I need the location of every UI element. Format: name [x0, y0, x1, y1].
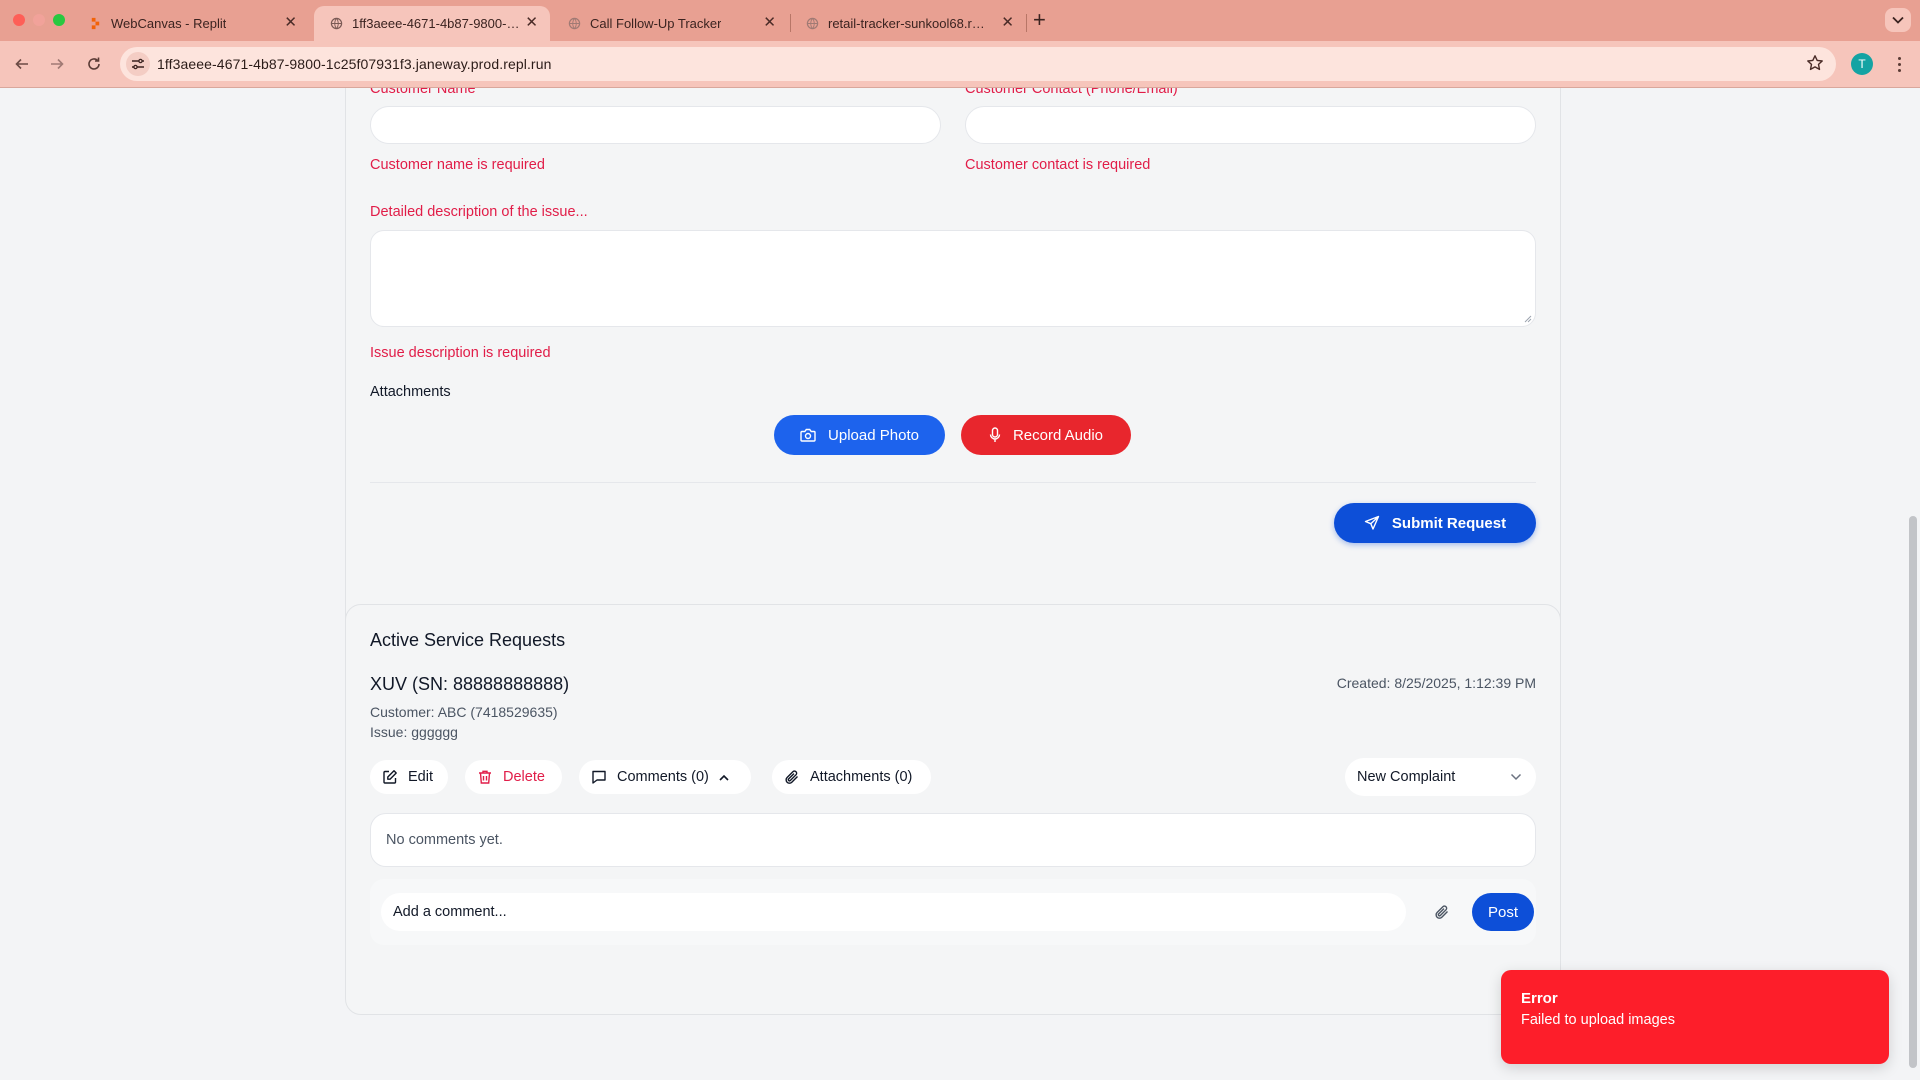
reload-icon — [88, 57, 100, 70]
browser-tab-retail-tracker[interactable]: retail-tracker-sunkool68.replit.app ✕ — [790, 6, 1026, 41]
browser-tab-call-tracker[interactable]: Call Follow-Up Tracker ✕ — [552, 6, 788, 41]
description-label: Detailed description of the issue... — [370, 204, 588, 220]
browser-toolbar: 1ff3aeee-4671-4b87-9800-1c25f07931f3.jan… — [0, 41, 1920, 88]
replit-icon — [91, 17, 100, 30]
customer-name-error: Customer name is required — [370, 157, 545, 173]
request-issue: Issue: gggggg — [370, 724, 458, 740]
comment-composer: Add a comment... Post — [370, 879, 1536, 945]
paperclip-icon — [1435, 905, 1448, 919]
close-icon[interactable]: ✕ — [284, 15, 297, 31]
tab-label: WebCanvas - Replit — [111, 16, 227, 31]
tab-search-button[interactable] — [1885, 8, 1911, 32]
close-icon[interactable]: ✕ — [525, 15, 538, 31]
bookmark-star-icon[interactable] — [1806, 54, 1824, 77]
comment-input[interactable]: Add a comment... — [381, 893, 1406, 931]
comments-toggle-button[interactable]: Comments (0) — [579, 760, 751, 794]
attachments-button[interactable]: Attachments (0) — [772, 760, 931, 794]
attachments-label: Attachments — [370, 384, 451, 400]
profile-avatar[interactable]: T — [1851, 53, 1873, 75]
customer-contact-error: Customer contact is required — [965, 157, 1151, 173]
no-comments-text: No comments yet. — [386, 832, 503, 848]
submit-request-label: Submit Request — [1391, 514, 1507, 532]
edit-button[interactable]: Edit — [370, 760, 448, 794]
customer-contact-label: Customer Contact (Phone/Email) — [965, 88, 1178, 97]
browser-tab-active[interactable]: 1ff3aeee-4671-4b87-9800-1c25f07931f3.jan… — [314, 6, 550, 41]
section-title: Active Service Requests — [370, 630, 566, 650]
record-audio-button[interactable]: Record Audio — [961, 415, 1131, 455]
delete-button[interactable]: Delete — [465, 760, 562, 794]
comment-icon — [592, 770, 606, 784]
back-button[interactable] — [11, 53, 33, 75]
browser-tab-webcanvas[interactable]: WebCanvas - Replit ✕ — [73, 6, 309, 41]
send-icon — [1364, 515, 1380, 530]
status-select[interactable]: New Complaint — [1345, 758, 1536, 796]
upload-photo-label: Upload Photo — [828, 426, 919, 444]
chevron-down-icon — [1510, 773, 1522, 781]
globe-icon — [806, 17, 819, 30]
post-comment-button[interactable]: Post — [1472, 893, 1534, 931]
tab-label: Call Follow-Up Tracker — [590, 16, 722, 31]
forward-button[interactable] — [46, 53, 68, 75]
toast-title: Error — [1521, 990, 1558, 1007]
tab-label: retail-tracker-sunkool68.replit.app — [828, 16, 988, 31]
comments-label: Comments (0) — [617, 769, 709, 785]
submit-request-button[interactable]: Submit Request — [1334, 503, 1536, 543]
chevron-down-icon — [1892, 16, 1904, 24]
upload-photo-button[interactable]: Upload Photo — [774, 415, 945, 455]
request-title: XUV (SN: 88888888888) — [370, 674, 570, 694]
chevron-up-icon — [719, 774, 729, 781]
request-customer: Customer: ABC (7418529635) — [370, 704, 558, 720]
tab-divider — [1026, 14, 1027, 32]
customer-name-label: Customer Name — [370, 88, 476, 97]
close-icon[interactable]: ✕ — [763, 15, 776, 31]
window-close-button[interactable] — [13, 14, 25, 26]
issue-description-textarea[interactable] — [370, 230, 1536, 327]
window-maximize-button[interactable] — [53, 14, 65, 26]
description-error: Issue description is required — [370, 345, 551, 361]
arrow-left-icon — [15, 58, 28, 70]
status-value: New Complaint — [1357, 769, 1456, 785]
edit-label: Edit — [408, 769, 433, 785]
browser-tab-strip: WebCanvas - Replit ✕ 1ff3aeee-4671-4b87-… — [0, 0, 1920, 41]
attachments-chip-label: Attachments (0) — [810, 769, 913, 785]
edit-icon — [383, 770, 397, 784]
page-scrollbar[interactable] — [1909, 516, 1917, 1068]
address-bar[interactable]: 1ff3aeee-4671-4b87-9800-1c25f07931f3.jan… — [120, 47, 1836, 81]
attach-to-comment-button[interactable] — [1430, 900, 1454, 924]
request-created-date: Created: 8/25/2025, 1:12:39 PM — [1336, 675, 1536, 691]
trash-icon — [479, 770, 491, 784]
paperclip-icon — [785, 770, 798, 784]
new-tab-button[interactable]: + — [1033, 7, 1046, 33]
arrow-right-icon — [51, 58, 64, 70]
form-divider — [370, 482, 1536, 483]
record-audio-label: Record Audio — [1012, 426, 1104, 444]
url-text: 1ff3aeee-4671-4b87-9800-1c25f07931f3.jan… — [157, 56, 552, 72]
close-icon[interactable]: ✕ — [1001, 15, 1014, 31]
customer-contact-input[interactable] — [965, 106, 1536, 144]
comments-list: No comments yet. — [370, 813, 1536, 867]
camera-icon — [800, 428, 816, 442]
customer-name-input[interactable] — [370, 106, 941, 144]
page-viewport: Customer Name Customer Contact (Phone/Em… — [0, 88, 1920, 1080]
tab-label: 1ff3aeee-4671-4b87-9800-1c25f07931f3.jan… — [352, 16, 522, 31]
window-minimize-button[interactable] — [33, 14, 45, 26]
browser-menu-button[interactable] — [1889, 52, 1909, 76]
resize-handle-icon[interactable] — [1524, 315, 1532, 323]
delete-label: Delete — [503, 769, 545, 785]
service-request-form: Customer Name Customer Contact (Phone/Em… — [345, 88, 1561, 658]
reload-button[interactable] — [83, 53, 105, 75]
globe-icon — [568, 17, 581, 30]
active-requests-card: Active Service Requests XUV (SN: 8888888… — [345, 604, 1561, 1015]
error-toast[interactable]: Error Failed to upload images — [1501, 970, 1889, 1064]
site-settings-icon[interactable] — [126, 52, 150, 76]
globe-icon — [330, 17, 343, 30]
microphone-icon — [989, 427, 1001, 442]
toast-message: Failed to upload images — [1521, 1012, 1675, 1028]
